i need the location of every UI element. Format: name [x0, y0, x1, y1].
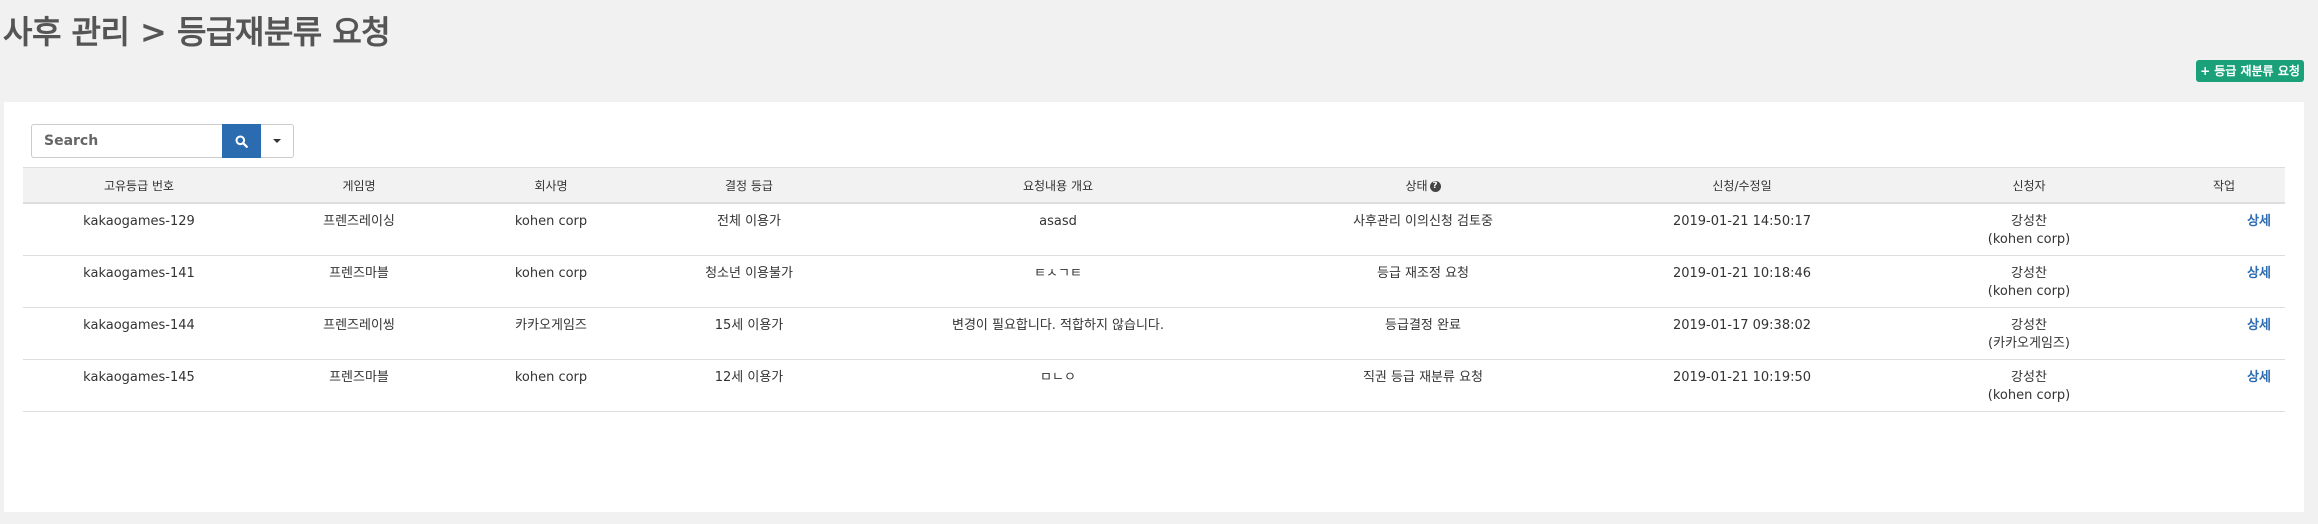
cell-status: 등급결정 완료: [1257, 307, 1589, 360]
cell-date: 2019-01-21 14:50:17: [1589, 203, 1895, 256]
cell-action: 상세: [2163, 359, 2285, 412]
column-header-applicant[interactable]: 신청자: [1895, 167, 2163, 204]
cell-date: 2019-01-21 10:19:50: [1589, 359, 1895, 412]
applicant-company: (kohen corp): [1987, 387, 2071, 403]
column-header-date[interactable]: 신청/수정일: [1589, 167, 1895, 204]
cell-summary: ㅁㄴㅇ: [859, 359, 1257, 412]
applicant-company: (kohen corp): [1987, 232, 2071, 247]
applicant-name: 강성찬: [2011, 369, 2047, 385]
cell-status: 직권 등급 재분류 요청: [1257, 359, 1589, 412]
cell-rating: 12세 이용가: [639, 359, 859, 412]
column-header-status-label: 상태: [1405, 178, 1428, 193]
caret-down-icon: [273, 139, 281, 143]
column-header-company[interactable]: 회사명: [463, 167, 639, 204]
cell-id: kakaogames-145: [23, 359, 255, 412]
cell-id: kakaogames-129: [23, 203, 255, 256]
cell-summary: ㅌㅅㄱㅌ: [859, 255, 1257, 308]
column-header-id[interactable]: 고유등급 번호: [23, 167, 255, 204]
cell-date: 2019-01-17 09:38:02: [1589, 307, 1895, 360]
applicant-company: (카카오게임즈): [1988, 335, 2070, 351]
help-icon[interactable]: ?: [1429, 180, 1441, 192]
cell-applicant: 강성찬 (kohen corp): [1895, 203, 2163, 256]
reclassification-table: 고유등급 번호 게임명 회사명 결정 등급 요청내용 개요 상태? 신청/수정일…: [23, 167, 2285, 412]
cell-action: 상세: [2163, 307, 2285, 360]
page-title: 사후 관리 > 등급재분류 요청: [3, 13, 391, 51]
cell-applicant: 강성찬 (kohen corp): [1895, 359, 2163, 412]
cell-rating: 전체 이용가: [639, 203, 859, 256]
cell-id: kakaogames-141: [23, 255, 255, 308]
cell-game: 프렌즈마블: [255, 255, 463, 308]
table-row: kakaogames-145 프렌즈마블 kohen corp 12세 이용가 …: [23, 359, 2285, 412]
cell-rating: 15세 이용가: [639, 307, 859, 360]
search-group: [31, 124, 294, 158]
column-header-status[interactable]: 상태?: [1257, 167, 1589, 204]
applicant-name: 강성찬: [2011, 265, 2047, 281]
cell-action: 상세: [2163, 203, 2285, 256]
column-header-rating[interactable]: 결정 등급: [639, 167, 859, 204]
detail-link[interactable]: 상세: [2247, 214, 2271, 229]
cell-date: 2019-01-21 10:18:46: [1589, 255, 1895, 308]
cell-company: kohen corp: [463, 359, 639, 412]
content-card: 고유등급 번호 게임명 회사명 결정 등급 요청내용 개요 상태? 신청/수정일…: [4, 102, 2304, 512]
cell-company: kohen corp: [463, 203, 639, 256]
detail-link[interactable]: 상세: [2247, 318, 2271, 333]
applicant-company: (kohen corp): [1987, 283, 2071, 299]
table-row: kakaogames-141 프렌즈마블 kohen corp 청소년 이용불가…: [23, 255, 2285, 308]
cell-company: kohen corp: [463, 255, 639, 308]
cell-id: kakaogames-144: [23, 307, 255, 360]
cell-applicant: 강성찬 (kohen corp): [1895, 255, 2163, 308]
search-button[interactable]: [222, 124, 261, 158]
search-input[interactable]: [31, 124, 222, 158]
cell-company: 카카오게임즈: [463, 307, 639, 360]
cell-status: 등급 재조정 요청: [1257, 255, 1589, 308]
column-header-game[interactable]: 게임명: [255, 167, 463, 204]
search-options-dropdown-button[interactable]: [261, 124, 294, 158]
cell-applicant: 강성찬 (카카오게임즈): [1895, 307, 2163, 360]
table-header-row: 고유등급 번호 게임명 회사명 결정 등급 요청내용 개요 상태? 신청/수정일…: [23, 167, 2285, 204]
search-icon: [235, 135, 248, 148]
table-row: kakaogames-144 프렌즈레이씽 카카오게임즈 15세 이용가 변경이…: [23, 307, 2285, 360]
add-reclassification-request-button[interactable]: + 등급 재분류 요청: [2196, 60, 2304, 82]
cell-rating: 청소년 이용불가: [639, 255, 859, 308]
applicant-name: 강성찬: [2011, 317, 2047, 333]
cell-game: 프렌즈레이싱: [255, 203, 463, 256]
table-row: kakaogames-129 프렌즈레이싱 kohen corp 전체 이용가 …: [23, 203, 2285, 256]
column-header-summary[interactable]: 요청내용 개요: [859, 167, 1257, 204]
detail-link[interactable]: 상세: [2247, 370, 2271, 385]
detail-link[interactable]: 상세: [2247, 266, 2271, 281]
cell-summary: asasd: [859, 203, 1257, 256]
cell-status: 사후관리 이의신청 검토중: [1257, 203, 1589, 256]
column-header-action: 작업: [2163, 167, 2285, 204]
cell-game: 프렌즈마블: [255, 359, 463, 412]
applicant-name: 강성찬: [2011, 214, 2047, 229]
cell-game: 프렌즈레이씽: [255, 307, 463, 360]
cell-summary: 변경이 필요합니다. 적합하지 않습니다.: [859, 307, 1257, 360]
cell-action: 상세: [2163, 255, 2285, 308]
